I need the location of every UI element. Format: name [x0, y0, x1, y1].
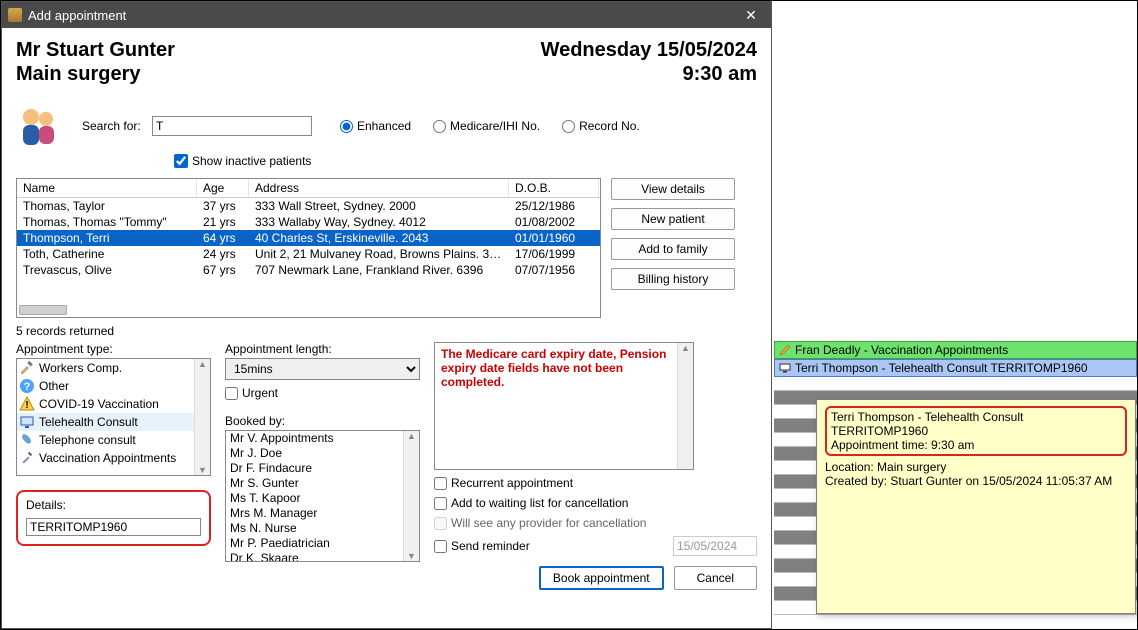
app-icon — [8, 8, 22, 22]
show-inactive-check[interactable]: Show inactive patients — [174, 154, 757, 168]
svg-text:!: ! — [25, 400, 28, 411]
booked-by-item[interactable]: Mr P. Paediatrician — [226, 536, 419, 551]
hscroll-thumb[interactable] — [19, 305, 67, 315]
reminder-label: Send reminder — [451, 539, 669, 553]
search-label: Search for: — [82, 119, 152, 133]
scrollbar[interactable]: ▲▼ — [403, 431, 419, 561]
appointment-type-item[interactable]: ?Other — [17, 377, 210, 395]
monitor-icon — [779, 362, 791, 374]
records-returned: 5 records returned — [16, 324, 757, 338]
table-row[interactable]: Toth, Catherine24 yrsUnit 2, 21 Mulvaney… — [17, 246, 600, 262]
booked-by-label: Booked by: — [225, 414, 420, 428]
booked-by-list[interactable]: Mr V. AppointmentsMr J. DoeDr F. Findacu… — [225, 430, 420, 562]
any-provider-check: Will see any provider for cancellation — [434, 516, 757, 530]
table-row[interactable]: Thomas, Thomas "Tommy"21 yrs333 Wallaby … — [17, 214, 600, 230]
appointment-type-item[interactable]: Telehealth Consult — [17, 413, 210, 431]
slot-label: Fran Deadly - Vaccination Appointments — [795, 343, 1008, 357]
new-patient-button[interactable]: New patient — [611, 208, 735, 230]
phone-icon — [19, 432, 35, 448]
titlebar: Add appointment ✕ — [2, 2, 771, 28]
header-right: Wednesday 15/05/2024 9:30 am — [541, 38, 757, 86]
window-title: Add appointment — [28, 8, 737, 23]
tooltip-location: Location: Main surgery — [825, 460, 1127, 474]
pencil-icon — [779, 344, 791, 356]
slot-label: Terri Thompson - Telehealth Consult TERR… — [795, 361, 1088, 375]
details-input[interactable] — [26, 518, 201, 536]
provider-name: Mr Stuart Gunter — [16, 38, 175, 62]
table-row[interactable]: Thompson, Terri64 yrs40 Charles St, Ersk… — [17, 230, 600, 246]
urgent-check[interactable]: Urgent — [225, 386, 420, 400]
syringe-icon — [19, 450, 35, 466]
appointment-type-item[interactable]: !COVID-19 Vaccination — [17, 395, 210, 413]
table-row[interactable]: Thomas, Taylor37 yrs333 Wall Street, Syd… — [17, 198, 600, 214]
scrollbar[interactable]: ▲ — [677, 343, 693, 469]
details-label: Details: — [26, 498, 201, 512]
radio-record[interactable]: Record No. — [562, 119, 640, 133]
question-icon: ? — [19, 378, 35, 394]
book-appointment-button[interactable]: Book appointment — [539, 566, 664, 590]
search-input[interactable] — [152, 116, 312, 136]
waitlist-check[interactable]: Add to waiting list for cancellation — [434, 496, 757, 510]
scrollbar[interactable]: ▲▼ — [194, 359, 210, 475]
appointment-time: 9:30 am — [541, 62, 757, 86]
patient-table[interactable]: Name Age Address D.O.B. Thomas, Taylor37… — [16, 178, 601, 318]
radio-enhanced[interactable]: Enhanced — [340, 119, 411, 133]
table-header: Name Age Address D.O.B. — [17, 179, 600, 198]
booked-by-item[interactable]: Mr V. Appointments — [226, 431, 419, 446]
location-name: Main surgery — [16, 62, 175, 86]
tooltip-time: Appointment time: 9:30 am — [831, 438, 1121, 452]
appointment-slot-blue[interactable]: Terri Thompson - Telehealth Consult TERR… — [774, 359, 1137, 377]
people-icon — [16, 104, 60, 148]
appointment-type-label: Appointment type: — [16, 342, 211, 356]
booked-by-item[interactable]: Mr S. Gunter — [226, 476, 419, 491]
reminder-check[interactable] — [434, 540, 447, 553]
booked-by-item[interactable]: Dr K. Skaare — [226, 551, 419, 562]
appointment-tooltip: Terri Thompson - Telehealth Consult TERR… — [816, 399, 1136, 614]
radio-medicare[interactable]: Medicare/IHI No. — [433, 119, 540, 133]
appointment-type-item[interactable]: Workers Comp. — [17, 359, 210, 377]
table-row[interactable]: Trevascus, Olive67 yrs707 Newmark Lane, … — [17, 262, 600, 278]
appointment-date: Wednesday 15/05/2024 — [541, 38, 757, 62]
monitor-icon — [19, 414, 35, 430]
appointment-type-item[interactable]: Telephone consult — [17, 431, 210, 449]
cancel-button[interactable]: Cancel — [674, 566, 757, 590]
details-box: Details: — [16, 490, 211, 546]
appointment-type-item[interactable]: Vaccination Appointments — [17, 449, 210, 467]
warning-icon: ! — [19, 396, 35, 412]
appointment-type-list[interactable]: Workers Comp.?Other!COVID-19 Vaccination… — [16, 358, 211, 476]
header-left: Mr Stuart Gunter Main surgery — [16, 38, 175, 86]
booked-by-item[interactable]: Mr J. Doe — [226, 446, 419, 461]
booked-by-item[interactable]: Ms T. Kapoor — [226, 491, 419, 506]
add-appointment-dialog: Add appointment ✕ Mr Stuart Gunter Main … — [1, 1, 772, 629]
view-details-button[interactable]: View details — [611, 178, 735, 200]
tooltip-created: Created by: Stuart Gunter on 15/05/2024 … — [825, 474, 1127, 488]
appointment-length-select[interactable]: 15mins — [225, 358, 420, 380]
booked-by-item[interactable]: Mrs M. Manager — [226, 506, 419, 521]
appointment-length-label: Appointment length: — [225, 342, 420, 356]
billing-history-button[interactable]: Billing history — [611, 268, 735, 290]
recurrent-check[interactable]: Recurrent appointment — [434, 476, 757, 490]
booked-by-item[interactable]: Ms N. Nurse — [226, 521, 419, 536]
reminder-date-input[interactable] — [673, 536, 757, 556]
close-icon[interactable]: ✕ — [737, 5, 765, 25]
tooltip-title: Terri Thompson - Telehealth Consult TERR… — [831, 410, 1121, 438]
svg-text:?: ? — [24, 381, 31, 393]
hammer-icon — [19, 360, 35, 376]
booked-by-item[interactable]: Dr F. Findacure — [226, 461, 419, 476]
add-to-family-button[interactable]: Add to family — [611, 238, 735, 260]
warning-message: The Medicare card expiry date, Pension e… — [434, 342, 694, 470]
appointment-slot-green[interactable]: Fran Deadly - Vaccination Appointments — [774, 341, 1137, 359]
